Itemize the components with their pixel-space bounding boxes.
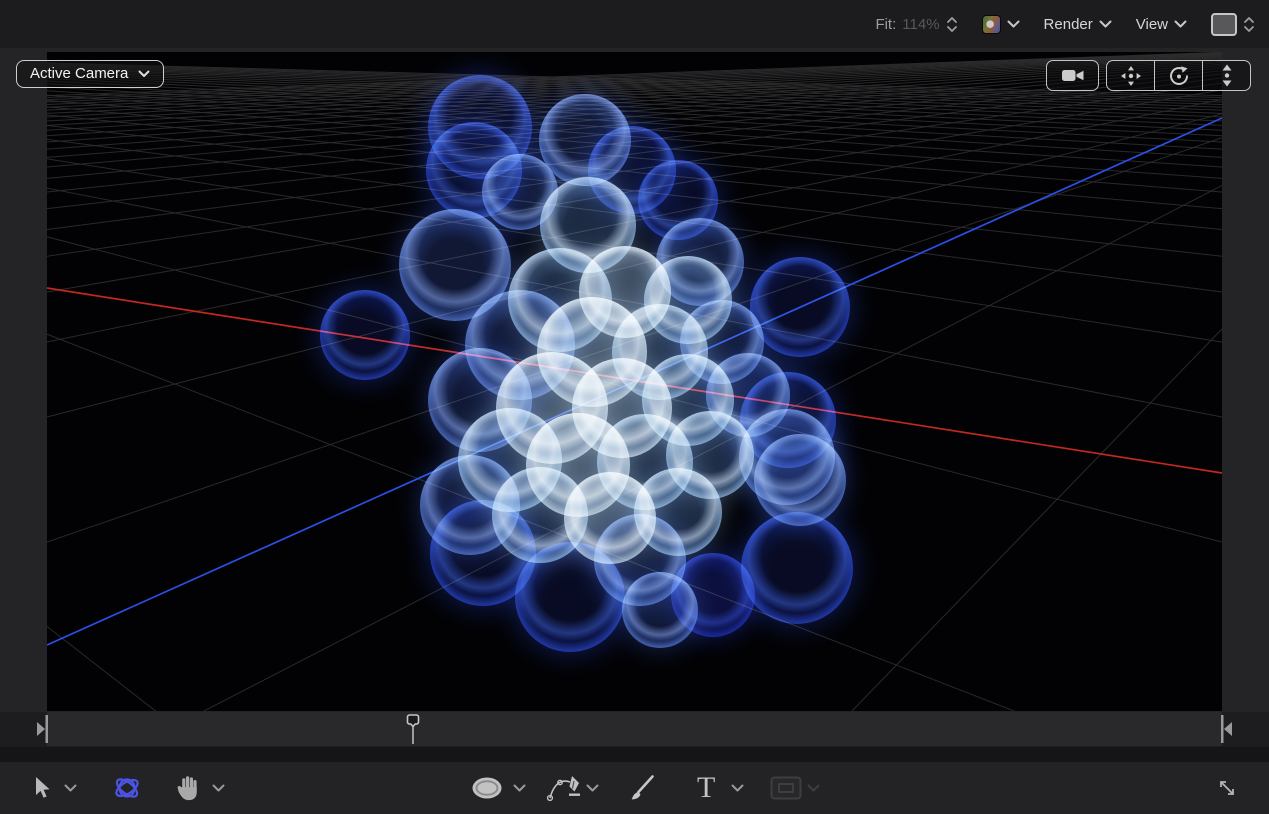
chevron-down-icon [64,784,77,792]
chevron-down-icon [1099,20,1112,28]
chevron-down-icon [586,784,599,792]
timeline-divider [0,747,1269,763]
pan-icon [1120,65,1142,87]
chevron-down-icon [731,784,744,792]
window-layout-control[interactable] [1211,13,1255,36]
viewer-area: Active Camera [0,48,1269,712]
sphere-object[interactable] [320,290,410,380]
orbit-view-button[interactable] [1154,61,1202,90]
pan-hand-tool-button[interactable] [176,762,200,814]
video-camera-icon [1061,68,1085,83]
dolly-icon [1220,64,1234,87]
select-tool-menu[interactable] [64,762,77,814]
canvas-toolbar: Fit: 114% Render View [0,0,1269,49]
camera-menu-label: Active Camera [30,65,128,82]
dolly-view-button[interactable] [1202,61,1250,90]
bezier-tool-button[interactable] [546,762,582,814]
sphere-object[interactable] [622,572,698,648]
render-menu-label: Render [1044,16,1093,33]
camera-move-tools [1106,60,1251,91]
text-tool-button[interactable]: T [697,762,715,814]
play-range-out-marker[interactable] [1220,715,1233,748]
sphere-emitter-objects [47,52,1222,711]
chevron-down-icon [1007,20,1020,28]
motion-canvas-window: Fit: 114% Render View [0,0,1269,814]
camera-select-menu[interactable]: Active Camera [16,60,164,88]
pen-bezier-icon [546,773,582,803]
color-channel-well-icon [982,15,1001,34]
pan-view-button[interactable] [1107,61,1154,90]
scrubber-track[interactable] [47,712,1222,746]
view-menu[interactable]: View [1136,16,1187,33]
dropzone-tool-menu [807,762,820,814]
playhead[interactable] [406,714,420,750]
view-menu-label: View [1136,16,1168,33]
orbit-icon [1168,65,1190,87]
dropzone-icon [770,776,802,800]
shape-tool-menu[interactable] [513,762,526,814]
sphere-object[interactable] [741,512,853,624]
3d-transform-icon [112,773,142,803]
tool-palette: T [0,762,1269,814]
chevron-down-icon [138,70,150,78]
fit-label: Fit: [875,16,896,33]
pan-hand-tool-menu[interactable] [212,762,225,814]
dropzone-tool-button [770,762,802,814]
text-tool-glyph: T [697,773,715,803]
shape-tool-button[interactable] [470,762,504,814]
bezier-tool-menu[interactable] [586,762,599,814]
cursor-arrow-icon [32,776,53,800]
paint-tool-button[interactable] [627,762,657,814]
hand-icon [176,775,200,801]
diagonal-resize-icon [1214,775,1240,801]
resize-handle[interactable] [1214,762,1240,814]
render-menu[interactable]: Render [1044,16,1112,33]
chevron-down-icon [513,784,526,792]
chevron-down-icon [807,784,820,792]
paintbrush-icon [627,773,657,803]
ellipse-shape-icon [470,775,504,801]
3d-transform-tool-button[interactable] [112,762,142,814]
play-range-in-marker[interactable] [36,715,49,748]
layout-stepper-icon[interactable] [1243,16,1255,33]
chevron-down-icon [1174,20,1187,28]
text-tool-menu[interactable] [731,762,744,814]
camera-overlay-button[interactable] [1046,60,1099,91]
zoom-stepper-icon[interactable] [946,16,958,33]
zoom-level-control[interactable]: Fit: 114% [875,16,957,33]
chevron-down-icon [212,784,225,792]
sphere-object[interactable] [750,257,850,357]
window-layout-icon [1211,13,1237,36]
channels-menu[interactable] [982,15,1020,34]
zoom-value: 114% [902,16,939,33]
3d-canvas[interactable] [47,52,1222,711]
timeline-scrubber [0,712,1269,748]
select-tool-button[interactable] [32,762,53,814]
